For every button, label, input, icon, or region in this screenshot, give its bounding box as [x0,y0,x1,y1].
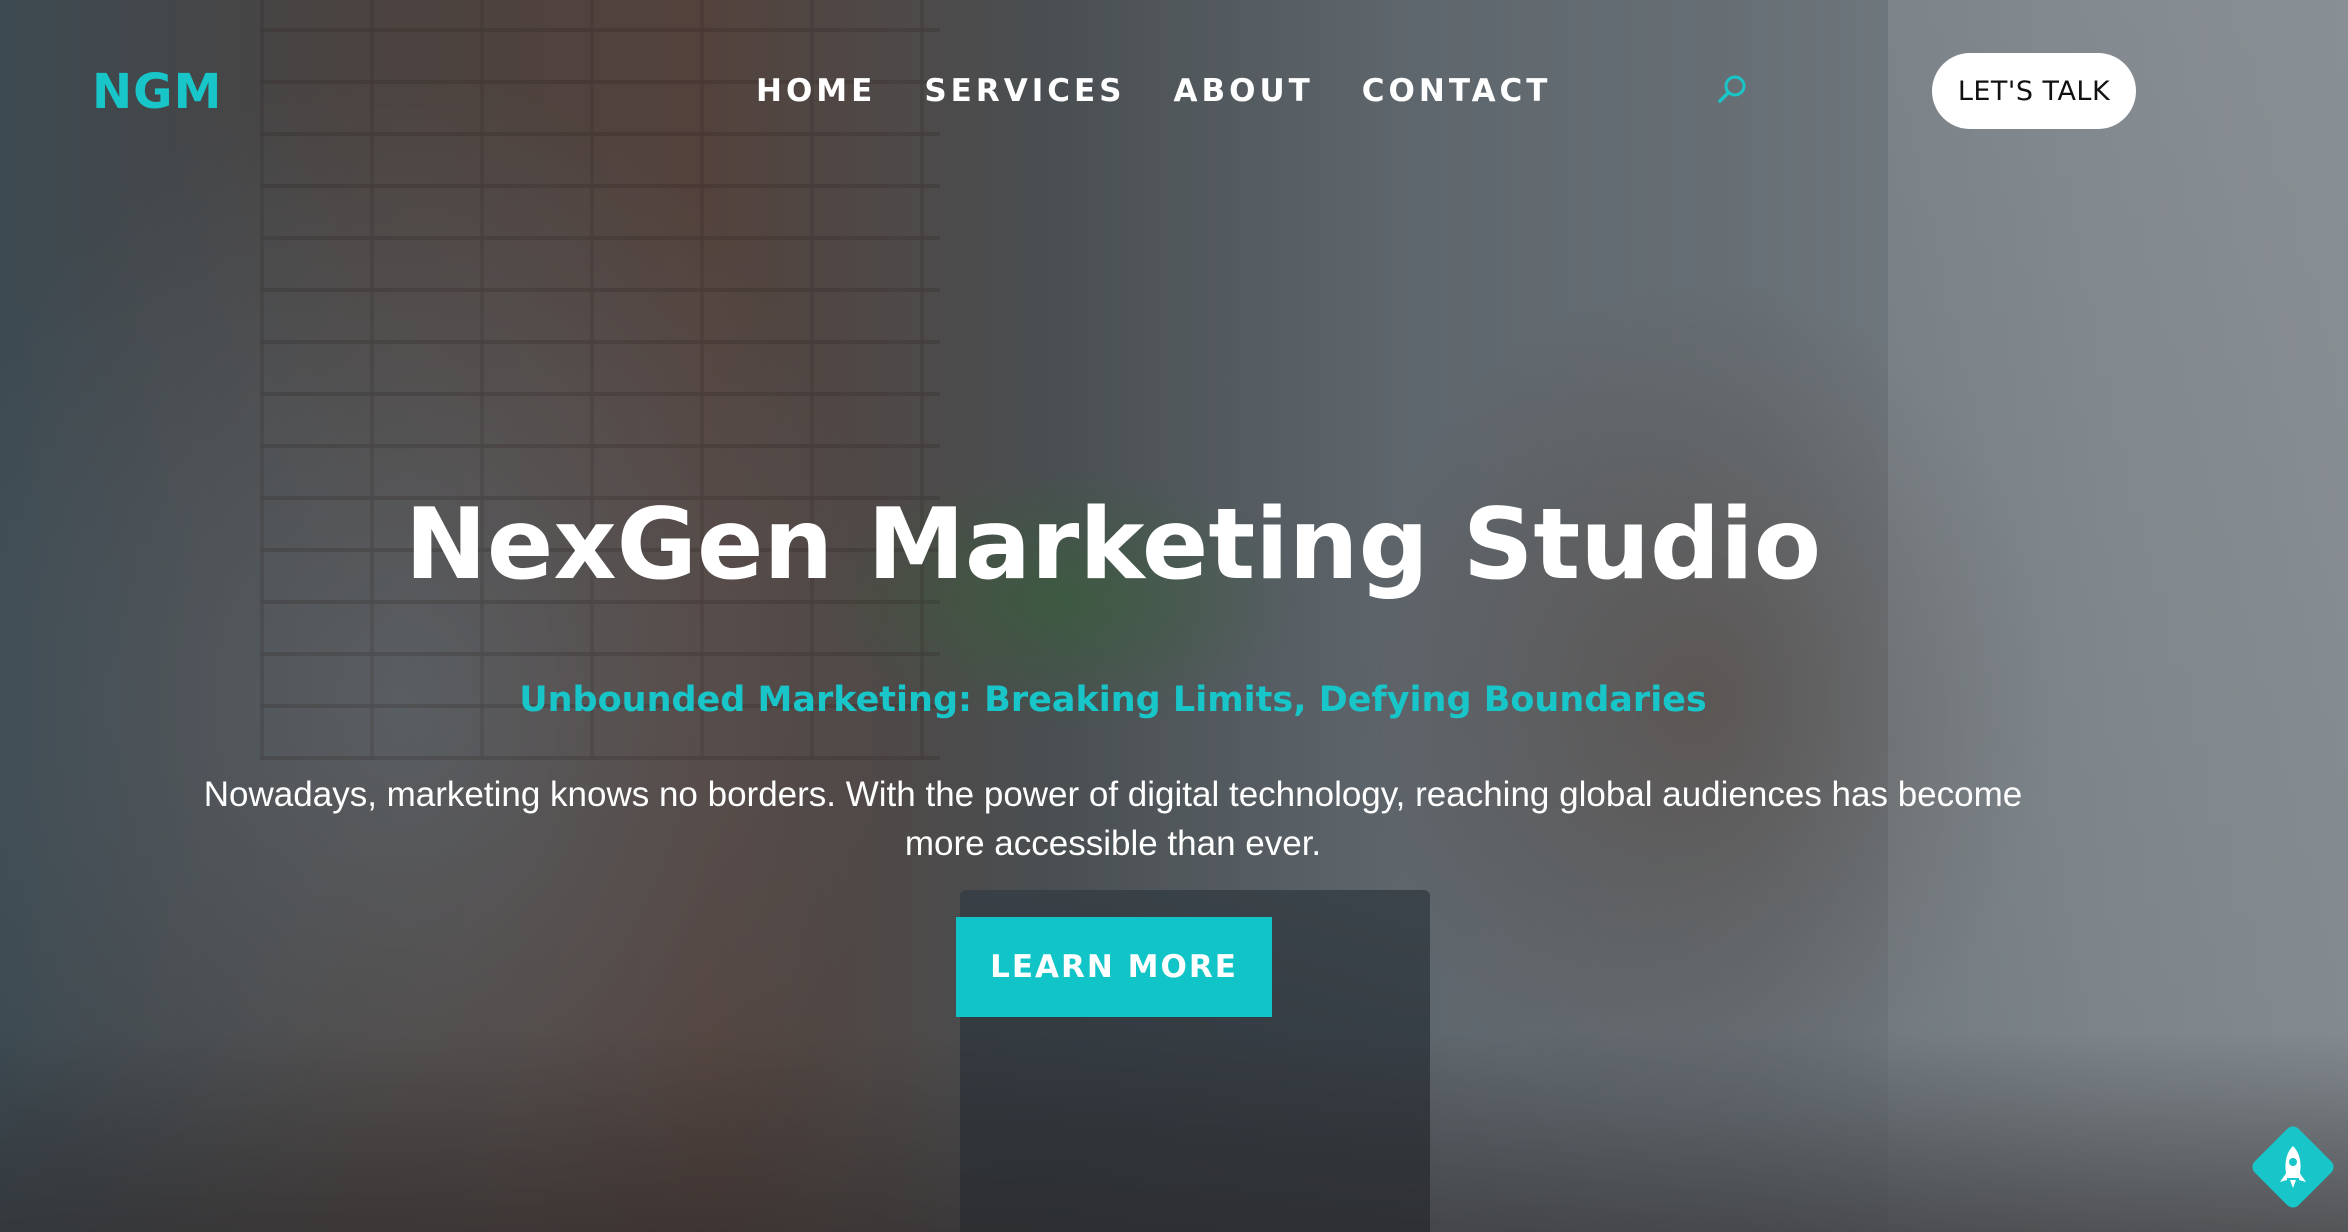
page-title: NexGen Marketing Studio [404,488,1822,602]
site-logo[interactable]: NGM [92,62,222,122]
lets-talk-button[interactable]: LET'S TALK [1932,53,2136,129]
hero-subtitle: Unbounded Marketing: Breaking Limits, De… [519,680,1707,720]
hero-dark-overlay [0,0,2348,1232]
learn-more-button[interactable]: LEARN MORE [956,917,1272,1017]
hero-section: NGM HOME SERVICES ABOUT CONTACT LET'S TA… [0,0,2348,1232]
search-icon[interactable] [1714,72,1750,108]
main-nav: HOME SERVICES ABOUT CONTACT [756,68,1599,114]
rocket-icon[interactable] [2240,1114,2346,1220]
nav-item-home[interactable]: HOME [756,68,876,114]
site-header: NGM HOME SERVICES ABOUT CONTACT LET'S TA… [0,0,2348,182]
nav-item-services[interactable]: SERVICES [924,68,1125,114]
hero-description: Nowadays, marketing knows no borders. Wi… [203,775,2023,863]
nav-item-about[interactable]: ABOUT [1173,68,1313,114]
nav-item-contact[interactable]: CONTACT [1362,68,1552,114]
